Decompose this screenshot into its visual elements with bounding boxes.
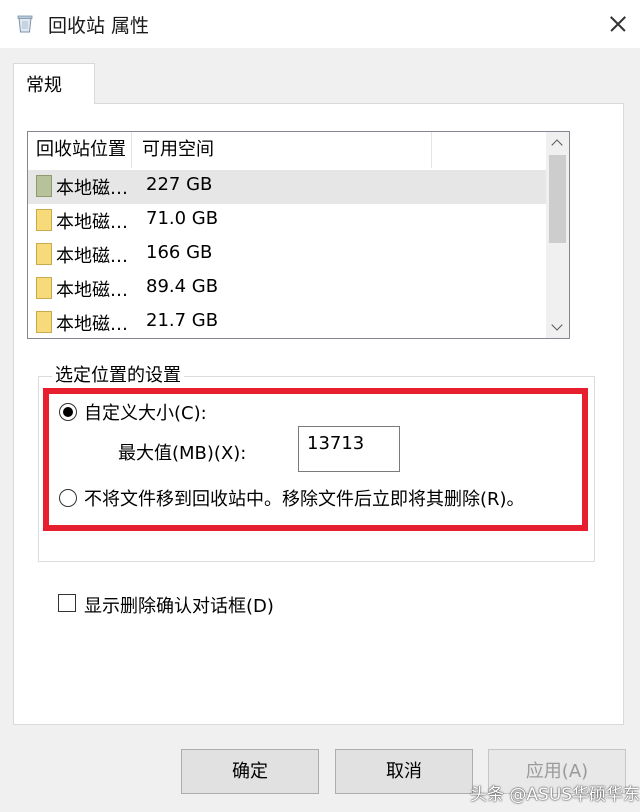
drive-name: 本地磁… [56, 178, 128, 199]
drive-name: 本地磁… [56, 246, 128, 267]
window-title: 回收站 属性 [48, 15, 150, 37]
list-item[interactable]: 本地磁… 71.0 GB [28, 204, 547, 238]
confirm-dialog-label[interactable]: 显示删除确认对话框(D) [84, 592, 274, 618]
drive-free-space: 21.7 GB [146, 310, 219, 331]
scroll-down-icon[interactable] [546, 316, 569, 338]
red-highlight-box [43, 388, 588, 531]
column-header-free-space[interactable]: 可用空间 [132, 132, 432, 168]
watermark: 头条 @ASUS华硕华东 [470, 785, 640, 805]
tab-general[interactable]: 常规 [13, 63, 95, 104]
column-header-location[interactable]: 回收站位置 [28, 132, 132, 168]
drive-icon [36, 243, 52, 265]
list-item[interactable]: 本地磁… 166 GB [28, 238, 547, 272]
title-bar: 回收站 属性 [0, 0, 640, 48]
scroll-thumb[interactable] [549, 155, 566, 243]
confirm-dialog-checkbox[interactable] [58, 594, 76, 612]
settings-group-label: 选定位置的设置 [52, 361, 184, 387]
drive-free-space: 71.0 GB [146, 208, 219, 229]
drive-name: 本地磁… [56, 280, 128, 301]
drive-icon [36, 175, 52, 197]
dialog-client-area: 常规 回收站位置 可用空间 本地磁… 227 GB 本地磁… 71.0 GB 本… [0, 48, 640, 812]
ok-button[interactable]: 确定 [181, 749, 319, 794]
list-scrollbar[interactable] [546, 132, 569, 338]
cancel-button[interactable]: 取消 [335, 749, 473, 794]
scroll-up-icon[interactable] [546, 132, 569, 154]
drive-icon [36, 311, 52, 333]
drive-name: 本地磁… [56, 212, 128, 233]
list-item[interactable]: 本地磁… 89.4 GB [28, 272, 547, 306]
recycle-location-list[interactable]: 回收站位置 可用空间 本地磁… 227 GB 本地磁… 71.0 GB 本地磁…… [27, 131, 570, 339]
drive-free-space: 89.4 GB [146, 276, 219, 297]
close-icon[interactable] [594, 0, 640, 48]
list-item[interactable]: 本地磁… 21.7 GB [28, 306, 547, 338]
recycle-bin-icon [17, 15, 33, 33]
drive-icon [36, 209, 52, 231]
drive-name: 本地磁… [56, 314, 128, 335]
tab-general-label: 常规 [26, 75, 62, 96]
drive-free-space: 166 GB [146, 242, 213, 263]
list-header: 回收站位置 可用空间 [28, 132, 547, 168]
drive-icon [36, 277, 52, 299]
list-item[interactable]: 本地磁… 227 GB [28, 170, 547, 204]
drive-free-space: 227 GB [146, 174, 213, 195]
